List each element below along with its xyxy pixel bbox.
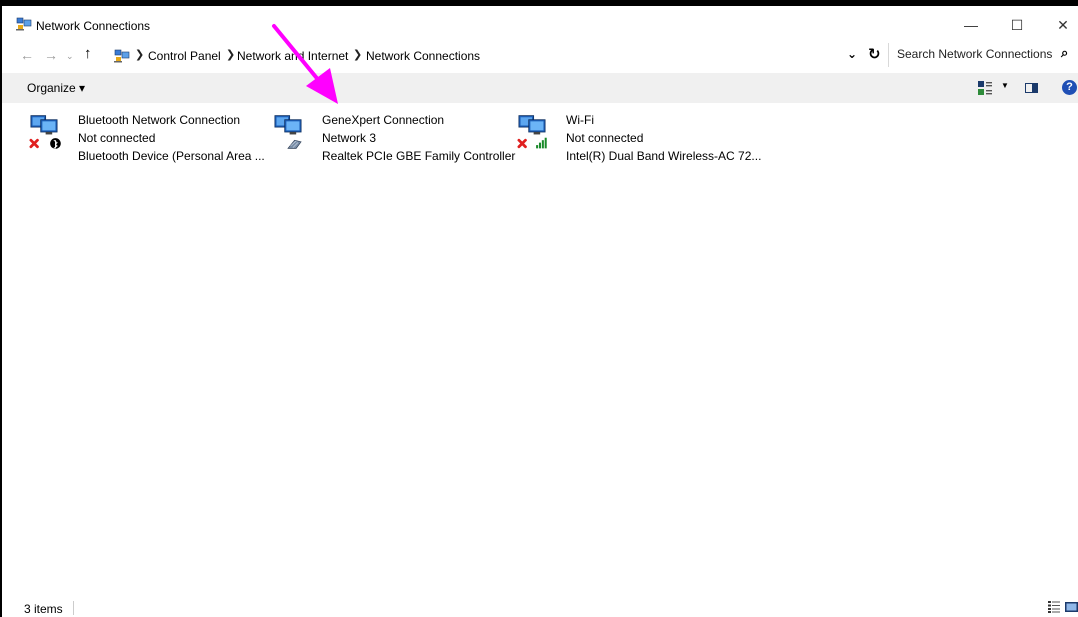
maximize-button[interactable]: ☐ xyxy=(994,12,1040,38)
title-bar: Network Connections — ☐ ✕ xyxy=(2,6,1078,38)
view-options-dropdown-icon[interactable]: ▼ xyxy=(1001,81,1009,90)
back-arrow-icon[interactable]: ← xyxy=(20,47,34,63)
status-bar: 3 items xyxy=(2,597,1078,617)
bluetooth-connection-icon xyxy=(29,115,61,149)
up-arrow-icon[interactable]: ↑ xyxy=(84,45,92,62)
item-count: 3 items xyxy=(24,602,63,616)
forward-arrow-icon[interactable]: → xyxy=(44,47,58,63)
refresh-icon[interactable]: ↻ xyxy=(868,45,881,63)
status-divider xyxy=(73,601,74,615)
change-view-icon[interactable] xyxy=(978,81,992,95)
close-button[interactable]: ✕ xyxy=(1040,12,1078,38)
preview-pane-icon[interactable] xyxy=(1025,83,1038,93)
address-dropdown-chevron-icon[interactable]: ⌄ xyxy=(847,47,857,61)
search-input[interactable] xyxy=(897,47,1052,61)
ethernet-connection-icon xyxy=(274,115,302,149)
connection-status: Network 3 xyxy=(322,131,377,145)
breadcrumb-control-panel[interactable]: Control Panel xyxy=(148,49,221,63)
wifi-connection-icon xyxy=(517,115,547,149)
window-title: Network Connections xyxy=(36,19,151,33)
command-bar: Organize ▾ ▼ ? xyxy=(2,73,1078,103)
minimize-button[interactable]: — xyxy=(948,12,994,38)
connection-name: GeneXpert Connection xyxy=(322,113,445,127)
connection-item-wifi[interactable]: Wi-Fi Not connected Intel(R) Dual Band W… xyxy=(514,110,761,166)
connection-item-genexpert[interactable]: GeneXpert Connection Network 3 Realtek P… xyxy=(270,110,515,166)
recent-locations-chevron-icon[interactable]: ⌄ xyxy=(66,51,74,62)
help-icon[interactable]: ? xyxy=(1062,80,1077,95)
address-bar-row: ← → ⌄ ↑ ❯ Control Panel ❯ Network and In… xyxy=(2,43,1078,69)
breadcrumb-network-and-internet[interactable]: Network and Internet xyxy=(237,49,348,63)
details-view-icon[interactable] xyxy=(1048,601,1060,613)
connection-device: Realtek PCIe GBE Family Controller xyxy=(322,149,516,163)
breadcrumb-separator-icon[interactable]: ❯ xyxy=(353,48,362,61)
connection-name: Bluetooth Network Connection xyxy=(78,113,241,127)
connection-status: Not connected xyxy=(78,131,156,145)
breadcrumb-separator-icon[interactable]: ❯ xyxy=(226,48,235,61)
network-connections-icon xyxy=(16,17,32,31)
breadcrumb-network-connections[interactable]: Network Connections xyxy=(366,49,480,63)
search-icon[interactable]: ⌕ xyxy=(1061,45,1068,61)
connection-status: Not connected xyxy=(566,131,644,145)
connection-device: Intel(R) Dual Band Wireless-AC 72... xyxy=(566,149,762,163)
breadcrumb-separator-icon[interactable]: ❯ xyxy=(135,48,144,61)
organize-button[interactable]: Organize ▾ xyxy=(27,81,85,95)
large-icons-view-icon[interactable] xyxy=(1065,602,1078,612)
connection-item-bluetooth[interactable]: Bluetooth Network Connection Not connect… xyxy=(26,110,265,166)
connection-name: Wi-Fi xyxy=(566,113,594,127)
search-box[interactable]: ⌕ xyxy=(888,43,1078,67)
connection-device: Bluetooth Device (Personal Area ... xyxy=(78,149,265,163)
control-panel-network-icon[interactable] xyxy=(114,49,130,63)
